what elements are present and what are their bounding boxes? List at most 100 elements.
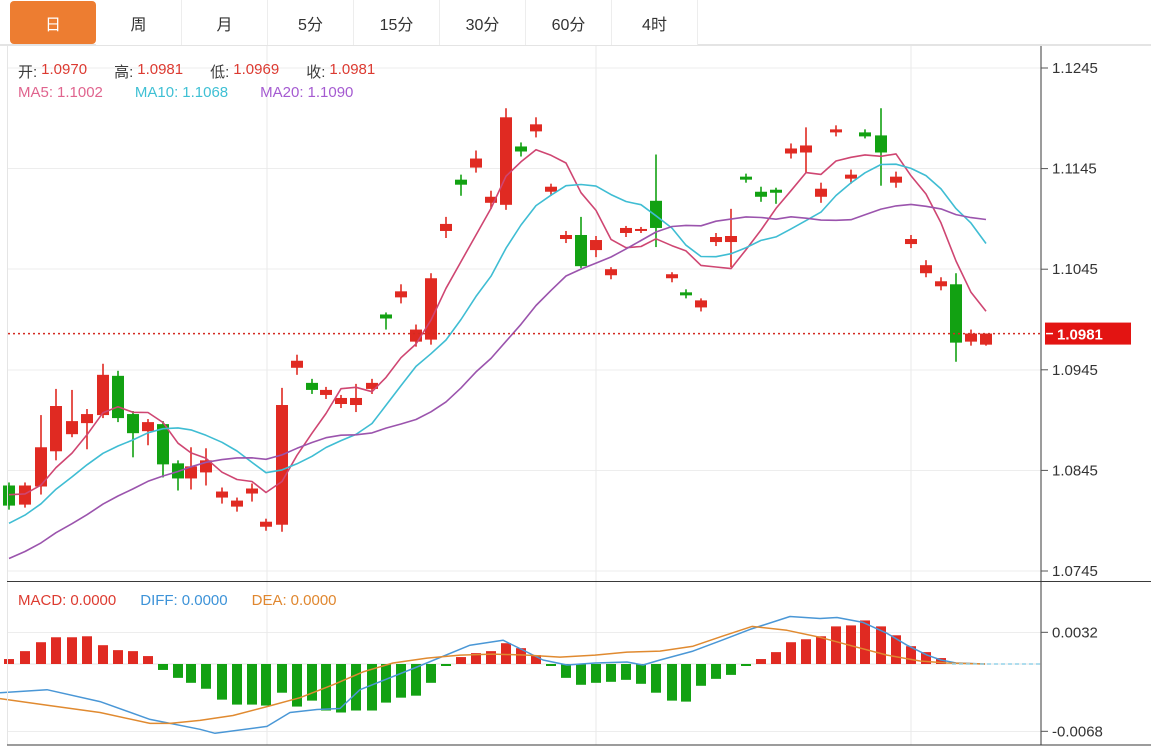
candle-body	[680, 292, 692, 296]
ohlc-row-item-3: 收: 1.0981	[306, 61, 375, 82]
macd-hist-bar	[891, 635, 901, 664]
candle-body	[455, 179, 467, 185]
macd-hist-bar	[201, 664, 211, 689]
axis-tick-label: 0.0032	[1052, 624, 1098, 641]
tab-timeframe-6[interactable]: 60分	[526, 0, 612, 45]
candle-body	[81, 414, 93, 424]
legend-value: 0.0000	[70, 592, 117, 609]
candle-body	[920, 265, 932, 274]
candle-body	[725, 236, 737, 243]
candle-body	[216, 491, 228, 498]
macd-hist-bar	[396, 664, 406, 698]
macd-hist-bar	[786, 642, 796, 664]
candle-body	[605, 269, 617, 276]
candle-body	[380, 314, 392, 319]
macd-hist-bar	[756, 659, 766, 664]
macd-hist-bar	[561, 664, 571, 678]
macd-hist-bar	[741, 664, 751, 666]
tab-timeframe-4[interactable]: 15分	[354, 0, 440, 45]
axis-tick-label: 1.1145	[1052, 161, 1097, 178]
legend-label: 收:	[306, 64, 326, 81]
candle-body	[710, 237, 722, 243]
macd-hist-bar	[860, 620, 870, 664]
macd-hist-bar	[636, 664, 646, 684]
candle-body	[97, 374, 109, 416]
macd-hist-bar	[67, 637, 77, 664]
legend-label: MA5:	[18, 84, 54, 101]
candle-body	[815, 188, 827, 197]
macd-hist-bar	[801, 639, 811, 664]
macd-hist-bar	[232, 664, 242, 705]
macd-legend: MACD: 0.0000 DIFF: 0.0000 DEA: 0.0000	[18, 592, 337, 609]
macd-hist-bar	[261, 664, 271, 706]
legend-label: 低:	[210, 64, 230, 81]
candle-body	[19, 485, 31, 505]
candle-body	[231, 500, 243, 507]
last-price-label: 1.0981	[1057, 327, 1103, 344]
candle-body	[635, 228, 647, 231]
legend-value: 1.1090	[307, 84, 354, 101]
candle-body	[440, 223, 452, 231]
legend-value: 1.0981	[137, 61, 184, 78]
candlestick-chart: 1.1245 1.1145 1.1045 1.0945 1.0845 1.0745 0.00…	[0, 45, 1151, 746]
candle-body	[112, 375, 124, 419]
macd-hist-bar	[4, 659, 14, 664]
legend-label: 开:	[18, 64, 38, 81]
ma10-line	[8, 163, 987, 525]
legend-label: DIFF:	[140, 592, 178, 609]
macd-hist-bar	[726, 664, 736, 675]
tab-timeframe-1[interactable]: 周	[96, 0, 182, 45]
tab-timeframe-7[interactable]: 4时	[612, 0, 698, 45]
macd-hist-bar	[711, 664, 721, 679]
timeframe-tabbar: 日周月 5分 15分 30分 60分 4时	[0, 0, 1151, 45]
macd-hist-bar	[681, 664, 691, 702]
candle-body	[785, 148, 797, 154]
legend-value: 1.1002	[57, 84, 103, 101]
candle-body	[650, 200, 662, 228]
ma-row-item-0: MA5: 1.1002	[18, 84, 103, 101]
legend-label: MA10:	[134, 84, 179, 101]
candle-body	[560, 234, 572, 240]
legend-label: MA20:	[260, 84, 304, 101]
tab-timeframe-2[interactable]: 月	[182, 0, 268, 45]
candle-body	[845, 174, 857, 179]
ohlc-row-item-2: 低: 1.0969	[210, 61, 279, 82]
candle-body	[320, 389, 332, 395]
macd-hist-bar	[667, 664, 677, 701]
candle-body	[859, 132, 871, 137]
candle-body	[755, 191, 767, 197]
macd-hist-bar	[696, 664, 706, 686]
candle-body	[425, 278, 437, 340]
candle-body	[935, 281, 947, 287]
candle-body	[246, 488, 258, 494]
ma-row-item-2: MA20: 1.1090	[260, 84, 353, 101]
tab-timeframe-5[interactable]: 30分	[440, 0, 526, 45]
macd-row-item-0: MACD: 0.0000	[18, 592, 116, 609]
ohlc-legend: 开: 1.0970 高: 1.0981 低: 1.0969 收: 1.0981	[18, 61, 375, 82]
ma20-line	[8, 203, 987, 560]
macd-hist-bar	[277, 664, 287, 693]
candle-body	[500, 117, 512, 205]
macd-hist-bar	[501, 643, 511, 664]
candle-body	[800, 145, 812, 153]
axis-tick-label: 1.0845	[1052, 462, 1098, 479]
candle-body	[470, 158, 482, 168]
macd-hist-bar	[143, 656, 153, 664]
tab-timeframe-0[interactable]: 日	[10, 1, 96, 44]
legend-label: 高:	[114, 64, 134, 81]
macd-hist-bar	[546, 664, 556, 666]
candle-body	[350, 397, 362, 406]
macd-hist-bar	[113, 650, 123, 664]
candle-body	[410, 329, 422, 342]
candle-body	[875, 135, 887, 153]
axis-tick-label: 1.0945	[1052, 362, 1098, 379]
candle-body	[260, 521, 272, 527]
tab-timeframe-3[interactable]: 5分	[268, 0, 354, 45]
ma5-line	[8, 148, 987, 496]
candle-body	[291, 360, 303, 368]
axis-tick-label: -0.0068	[1052, 723, 1103, 740]
candle-body	[575, 234, 587, 267]
macd-hist-bar	[591, 664, 601, 683]
ohlc-row-item-0: 开: 1.0970	[18, 61, 87, 82]
macd-hist-bar	[98, 645, 108, 664]
